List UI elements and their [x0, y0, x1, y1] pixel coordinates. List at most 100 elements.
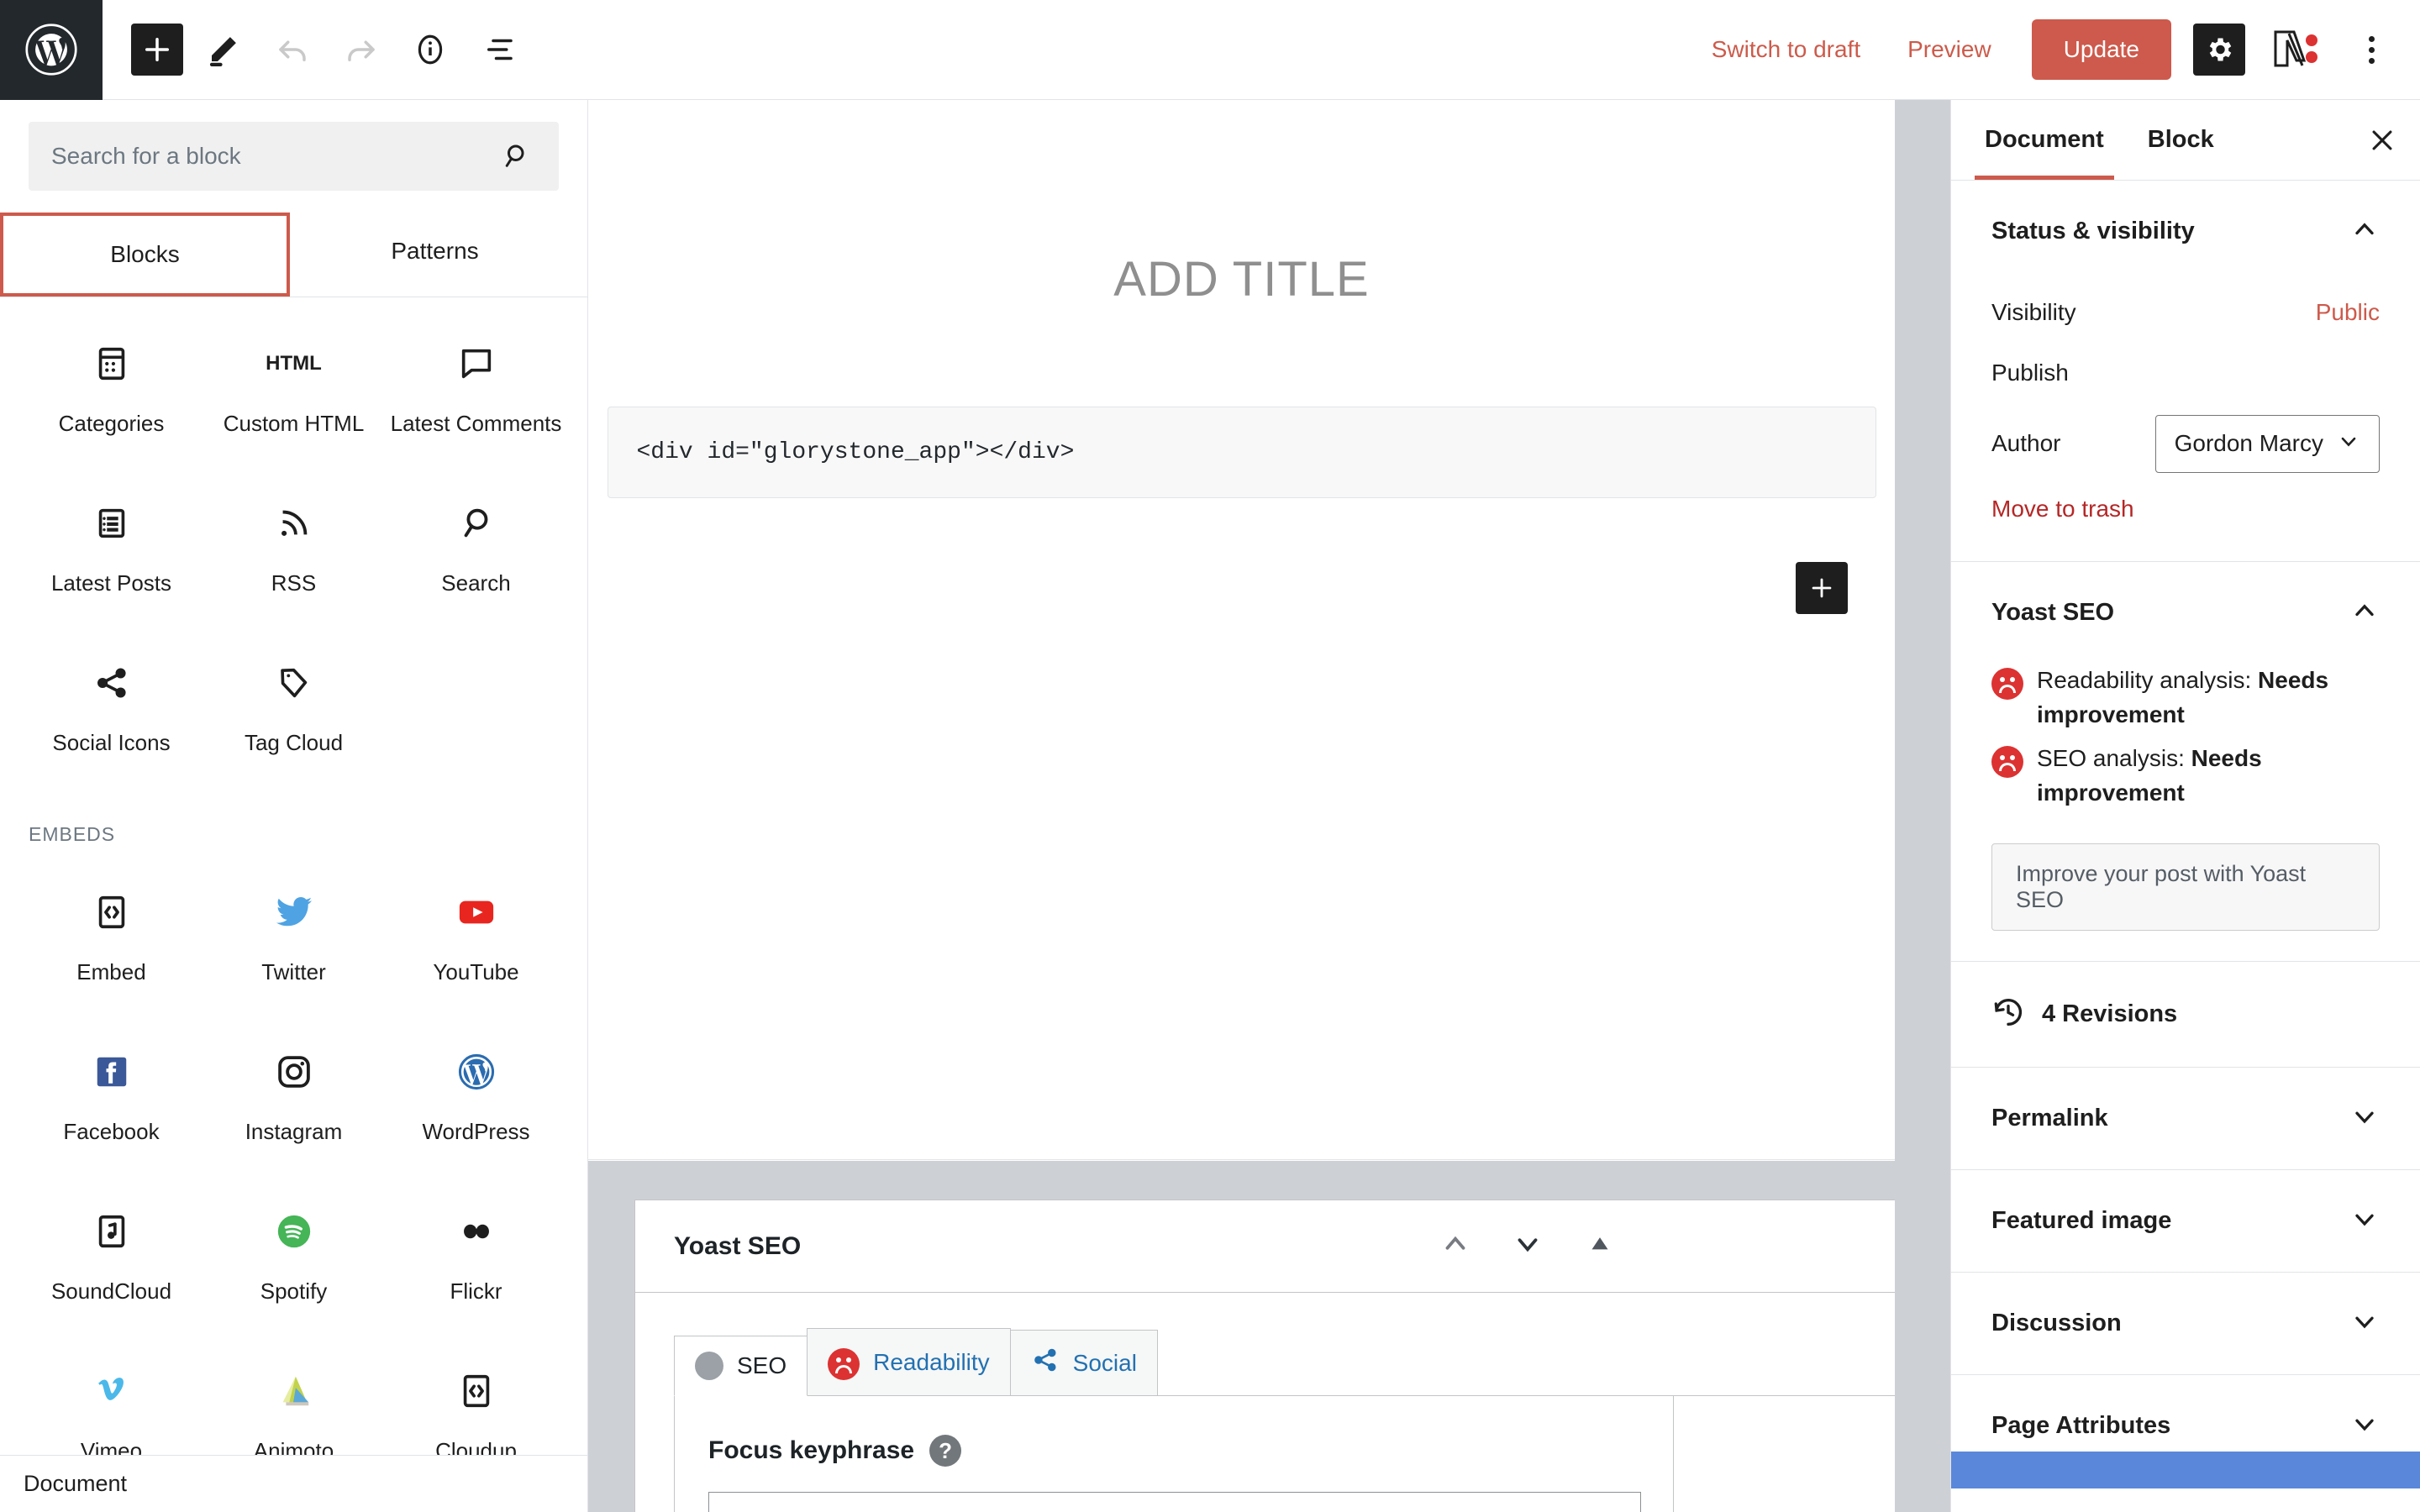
yoast-tab-social[interactable]: Social: [1009, 1330, 1158, 1395]
edit-mode-button[interactable]: [195, 21, 252, 78]
embed-item-youtube[interactable]: YouTube: [385, 864, 567, 1024]
embed-item-label: Twitter: [261, 959, 326, 984]
sad-face-icon: [1991, 746, 2023, 779]
clock-revision-icon: [1991, 995, 2025, 1033]
yoast-tab-seo[interactable]: SEO: [674, 1336, 808, 1396]
author-row: Author Gordon Marcy: [1991, 413, 2380, 474]
block-item-social-icons[interactable]: Social Icons: [20, 635, 203, 795]
tab-patterns[interactable]: Patterns: [290, 213, 580, 297]
block-item-rss[interactable]: RSS: [203, 475, 385, 635]
block-item-categories[interactable]: Categories: [20, 316, 203, 475]
block-navigation-icon[interactable]: [471, 21, 528, 78]
embed-item-flickr[interactable]: Flickr: [385, 1184, 567, 1343]
embed-item-twitter[interactable]: Twitter: [203, 864, 385, 1024]
chevron-down-icon[interactable]: [2349, 1101, 2380, 1136]
improve-post-button[interactable]: Improve your post with Yoast SEO: [1991, 843, 2380, 932]
status-visibility-header[interactable]: Status & visibility: [1991, 181, 2380, 282]
switch-to-draft-button[interactable]: Switch to draft: [1688, 38, 1884, 61]
block-item-latest-posts[interactable]: Latest Posts: [20, 475, 203, 635]
block-item-tag-cloud[interactable]: Tag Cloud: [203, 635, 385, 795]
block-item-label: Categories: [58, 411, 165, 436]
settings-sidebar: Document Block Status & visibility Visib…: [1950, 100, 2420, 1512]
tab-block[interactable]: Block: [2126, 101, 2236, 179]
permalink-header[interactable]: Permalink: [1991, 1068, 2380, 1169]
twitter-bird-icon: [275, 886, 313, 938]
yoast-seo-panel-header[interactable]: Yoast SEO: [1991, 562, 2380, 664]
author-select[interactable]: Gordon Marcy: [2154, 414, 2380, 473]
block-item-search[interactable]: Search: [385, 475, 567, 635]
search-box[interactable]: [29, 122, 559, 191]
tab-document[interactable]: Document: [1963, 101, 2126, 180]
embed-item-spotify[interactable]: Spotify: [203, 1184, 385, 1343]
focus-keyphrase-input[interactable]: [708, 1492, 1641, 1512]
instagram-icon: [275, 1046, 313, 1098]
flickr-dots-icon: [457, 1205, 496, 1257]
social-snap-blue-bar: [1951, 1452, 2420, 1488]
embed-item-label: Flickr: [450, 1278, 502, 1304]
block-item-label: Latest Posts: [50, 570, 172, 596]
publish-row: Publish: [1991, 343, 2380, 403]
details-button[interactable]: [402, 21, 459, 78]
embed-item-soundcloud[interactable]: SoundCloud: [20, 1184, 203, 1343]
block-item-custom-html[interactable]: HTML Custom HTML: [203, 316, 385, 475]
embeds-grid: Embed Twitter YouTube Facebook Instagram…: [0, 846, 587, 1503]
embed-item-wordpress[interactable]: WordPress: [385, 1024, 567, 1184]
move-to-trash-button[interactable]: Move to trash: [1991, 474, 2380, 531]
block-item-latest-comments[interactable]: Latest Comments: [385, 316, 567, 475]
tab-blocks[interactable]: Blocks: [0, 213, 290, 297]
canvas-scrollbar-track[interactable]: [1895, 100, 1950, 1512]
yoast-logo-icon[interactable]: [2265, 26, 2326, 73]
gear-icon[interactable]: [2193, 24, 2245, 76]
embed-item-label: SoundCloud: [50, 1278, 172, 1304]
code-brackets-icon: [92, 886, 131, 938]
panel-title: Permalink: [1991, 1105, 2108, 1132]
chevron-up-icon[interactable]: [2349, 596, 2380, 630]
page-title[interactable]: ADD TITLE: [605, 100, 1878, 307]
chevron-down-icon[interactable]: [1512, 1228, 1544, 1264]
custom-html-block[interactable]: <div id="glorystone_app"></div>: [607, 407, 1876, 498]
close-icon[interactable]: [2356, 114, 2408, 166]
sad-face-icon: [1991, 668, 2023, 700]
chevron-down-icon[interactable]: [2349, 1204, 2380, 1238]
discussion-header[interactable]: Discussion: [1991, 1273, 2380, 1374]
add-block-button[interactable]: [131, 24, 183, 76]
block-appender-button[interactable]: [1796, 562, 1848, 614]
facebook-icon: [92, 1046, 131, 1098]
revisions-row[interactable]: 4 Revisions: [1991, 962, 2380, 1067]
block-item-label: Search: [441, 570, 511, 596]
wordpress-logo-icon[interactable]: [0, 0, 103, 100]
redo-button[interactable]: [333, 21, 390, 78]
featured-image-header[interactable]: Featured image: [1991, 1170, 2380, 1272]
yoast-tab-label: Readability: [873, 1348, 990, 1375]
chevron-down-icon[interactable]: [2349, 1306, 2380, 1341]
undo-button[interactable]: [264, 21, 321, 78]
seo-prefix: SEO analysis:: [2037, 745, 2191, 772]
block-item-label: Latest Comments: [390, 411, 562, 436]
chevron-down-icon[interactable]: [2349, 1409, 2380, 1443]
featured-image-panel: Featured image: [1951, 1170, 2420, 1273]
gray-bullet-icon: [695, 1352, 723, 1380]
metabox-title: Yoast SEO: [674, 1231, 802, 1260]
update-button[interactable]: Update: [2031, 19, 2171, 80]
yoast-seo-sidebar-panel: Yoast SEO Readability analysis: Needs im…: [1951, 562, 2420, 963]
metabox-header[interactable]: Yoast SEO: [635, 1200, 1895, 1293]
visibility-value-button[interactable]: Public: [2316, 299, 2380, 326]
metabox-body: SEO Readability Social Focus keyphrase ?: [635, 1293, 1895, 1512]
preview-button[interactable]: Preview: [1884, 38, 2015, 61]
block-item-label: Tag Cloud: [244, 730, 344, 755]
triangle-up-icon[interactable]: [1584, 1228, 1616, 1264]
question-mark-icon[interactable]: ?: [929, 1435, 962, 1467]
editor-canvas[interactable]: ADD TITLE <div id="glorystone_app"></div…: [588, 100, 1895, 1160]
search-input[interactable]: [29, 143, 496, 170]
more-vertical-icon[interactable]: [2349, 24, 2393, 76]
embed-item-embed[interactable]: Embed: [20, 864, 203, 1024]
chevron-up-icon[interactable]: [2349, 214, 2380, 249]
yoast-tab-readability[interactable]: Readability: [807, 1328, 1011, 1395]
visibility-label: Visibility: [1991, 299, 2076, 325]
metabox-handles: [1439, 1228, 1895, 1264]
embed-item-facebook[interactable]: Facebook: [20, 1024, 203, 1184]
embed-item-instagram[interactable]: Instagram: [203, 1024, 385, 1184]
code-brackets-icon: [457, 1365, 496, 1417]
chevron-up-icon[interactable]: [1439, 1228, 1471, 1264]
embeds-section-heading: EMBEDS: [29, 823, 116, 845]
